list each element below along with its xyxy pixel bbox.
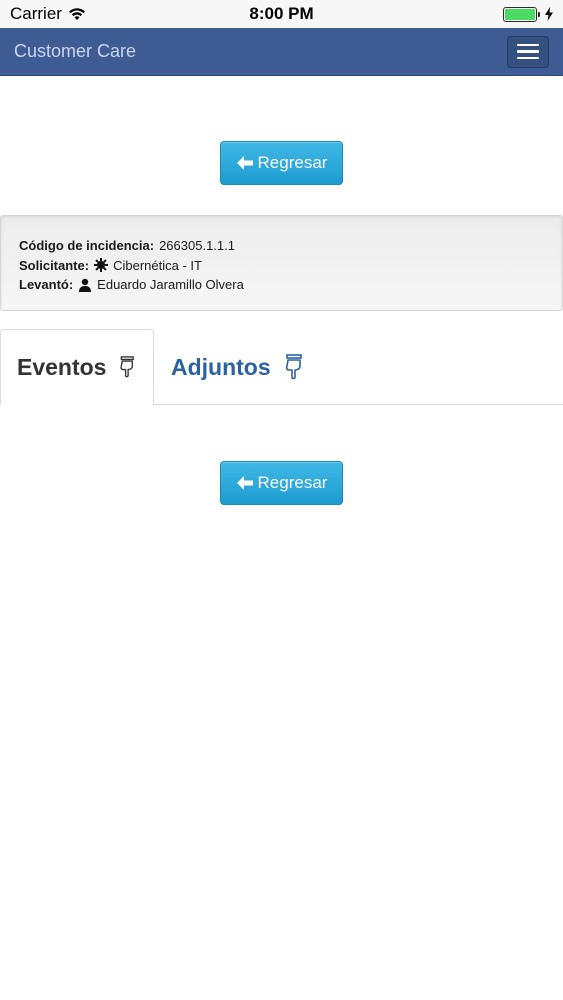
carrier-label: Carrier <box>10 4 62 23</box>
arrow-left-icon <box>236 476 253 490</box>
raised-by-value: Eduardo Jaramillo Olvera <box>97 277 244 292</box>
hamburger-icon-bar <box>517 56 539 60</box>
navbar: Customer Care <box>0 28 563 76</box>
incident-info-panel: Código de incidencia: 266305.1.1.1 Solic… <box>0 215 563 311</box>
raised-by-label: Levantó: <box>19 277 74 292</box>
incident-code-row: Código de incidencia: 266305.1.1.1 <box>19 236 544 256</box>
battery-fill <box>505 8 535 20</box>
incident-code-label: Código de incidencia: <box>19 238 155 253</box>
back-button-bottom[interactable]: Regresar <box>220 461 343 505</box>
hamburger-icon-bar <box>517 50 539 53</box>
battery-icon <box>503 6 540 22</box>
hand-pointing-down-icon <box>285 354 302 380</box>
arrow-left-icon <box>236 156 253 170</box>
user-icon <box>79 278 92 292</box>
hand-pointing-down-icon <box>120 356 135 378</box>
hamburger-icon-bar <box>517 43 539 47</box>
navbar-title[interactable]: Customer Care <box>14 41 136 62</box>
back-button-label: Regresar <box>257 473 328 492</box>
requester-label: Solicitante: <box>19 257 90 273</box>
status-right <box>503 6 553 22</box>
requester-value: Cibernética - IT <box>113 257 202 273</box>
requester-row: Solicitante: Cibernética - IT <box>19 256 544 276</box>
tab-eventos[interactable]: Eventos <box>0 329 154 405</box>
raised-by-row: Levantó: Eduardo Jaramillo Olvera <box>19 275 544 295</box>
tab-bar: Eventos Adjuntos <box>0 329 563 405</box>
tab-eventos-label: Eventos <box>17 353 107 380</box>
charging-bolt-icon <box>545 7 553 21</box>
back-button-top[interactable]: Regresar <box>220 141 343 185</box>
hamburger-menu-button[interactable] <box>507 35 549 68</box>
tab-adjuntos[interactable]: Adjuntos <box>155 329 321 405</box>
incident-code-value: 266305.1.1.1 <box>159 238 235 253</box>
status-left: Carrier <box>10 4 86 24</box>
back-button-label: Regresar <box>257 153 328 172</box>
tab-adjuntos-label: Adjuntos <box>171 353 271 380</box>
status-bar: Carrier 8:00 PM <box>0 0 563 28</box>
wifi-icon <box>68 8 85 20</box>
gear-icon <box>94 258 109 273</box>
